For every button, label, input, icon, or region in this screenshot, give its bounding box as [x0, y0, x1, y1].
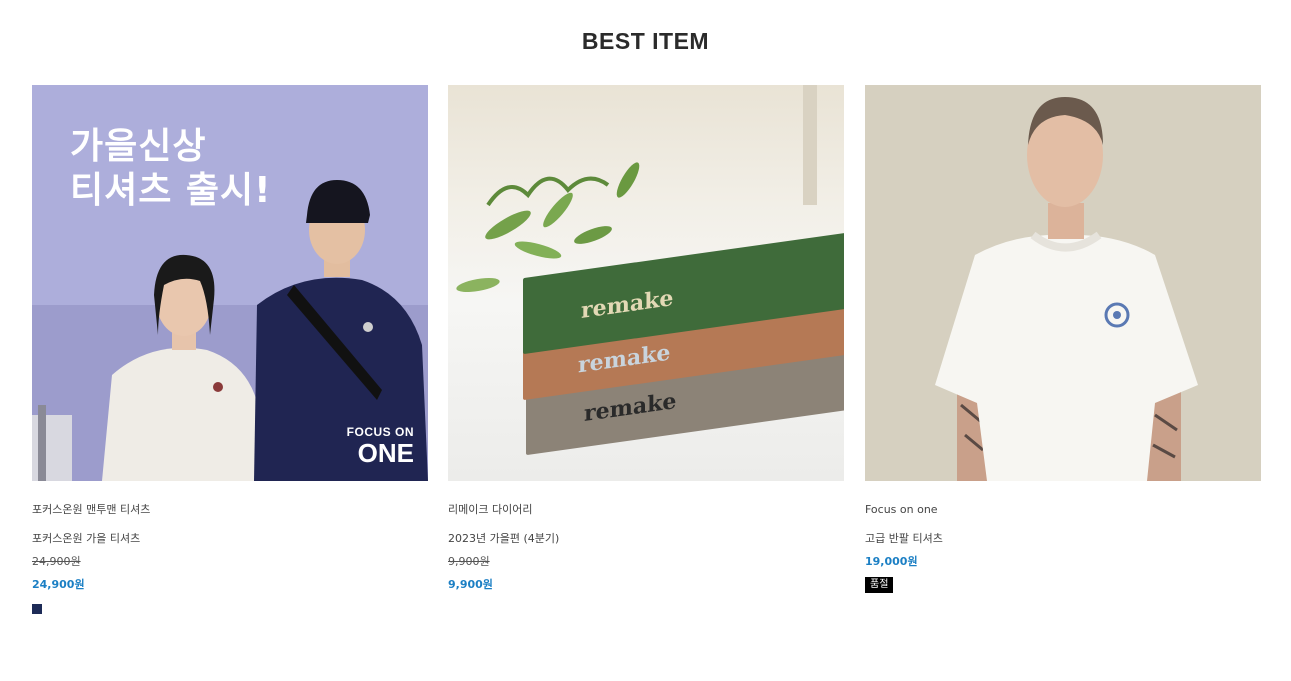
models-illustration [32, 180, 428, 481]
product-brand[interactable]: Focus on one [865, 503, 1261, 517]
sale-price: 19,000원 [865, 555, 918, 568]
soldout-badge: 품절 [865, 577, 894, 593]
product-name[interactable]: 고급 반팔 티셔츠 [865, 532, 1261, 546]
product-name[interactable]: 포커스온원 가을 티셔츠 [32, 532, 428, 546]
product-card[interactable]: 가을신상 티셔츠 출시! FOCUS ON ONE 포커스온원 맨투맨 티셔츠 … [32, 85, 428, 614]
product-brand[interactable]: 포커스온원 맨투맨 티셔츠 [32, 503, 428, 517]
original-price: 9,900원 [448, 555, 490, 568]
product-brand[interactable]: 리메이크 다이어리 [448, 503, 844, 517]
section-title: BEST ITEM [581, 28, 710, 54]
product-image[interactable]: remake remake remake [448, 85, 844, 481]
sale-price: 9,900원 [448, 578, 493, 591]
model-illustration [935, 97, 1198, 481]
sale-price: 24,900원 [32, 578, 85, 591]
brand-logo: FOCUS ON ONE [346, 425, 414, 468]
product-card[interactable]: Focus on one 고급 반팔 티셔츠 19,000원 품절 [865, 85, 1261, 593]
product-card[interactable]: remake remake remake 리메이크 다이어리 2023년 가을편… [448, 85, 844, 592]
product-image[interactable] [865, 85, 1261, 481]
product-image[interactable]: 가을신상 티셔츠 출시! FOCUS ON ONE [32, 85, 428, 481]
color-swatch[interactable] [32, 604, 42, 614]
original-price: 24,900원 [32, 555, 81, 568]
product-name[interactable]: 2023년 가을편 (4분기) [448, 532, 844, 546]
